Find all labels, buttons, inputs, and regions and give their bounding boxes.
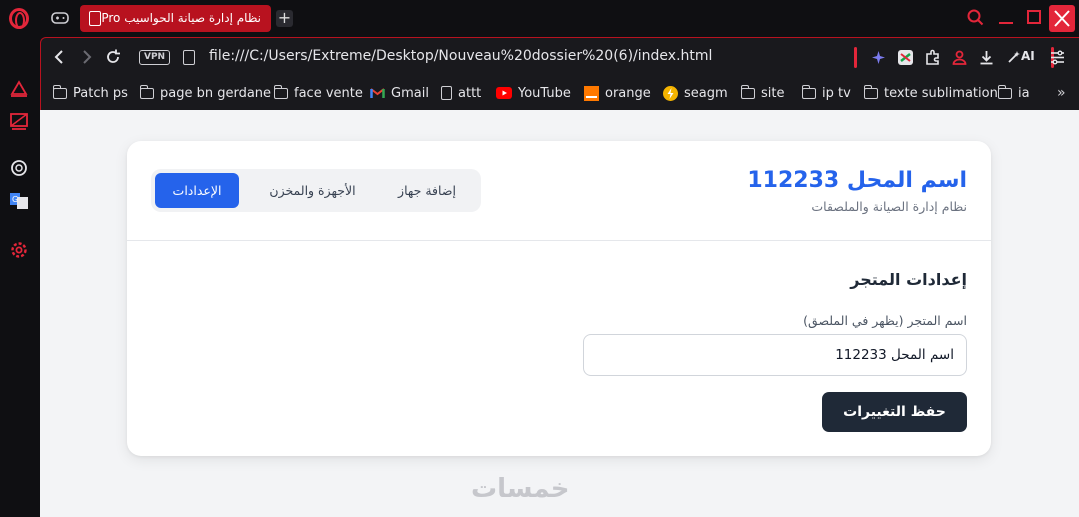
settings-gear-icon[interactable] (9, 240, 29, 260)
app-tabs: إضافة جهاز الأجهزة والمخزن الإعدادات (151, 169, 481, 212)
folder-icon (273, 84, 288, 99)
bookmark-ia[interactable]: ia (997, 83, 1030, 103)
shop-title: اسم المحل 112233 (747, 168, 967, 193)
app-header: اسم المحل 112233 نظام إدارة الصيانة والم… (127, 141, 991, 241)
maximize-icon[interactable] (1027, 10, 1041, 24)
page-viewport: اسم المحل 112233 نظام إدارة الصيانة والم… (40, 110, 1079, 517)
page-info-icon[interactable] (183, 50, 195, 65)
browser-toolbar: VPN file:///C:/Users/Extreme/Desktop/Nou… (40, 37, 1079, 110)
folder-icon (801, 84, 816, 99)
ai-sparkle-icon (1008, 51, 1020, 63)
bookmark-label: YouTube (518, 85, 571, 101)
folder-icon (139, 84, 154, 99)
gamepad-icon[interactable] (51, 11, 69, 25)
bookmark-seagm[interactable]: seagm (663, 83, 728, 103)
bookmarks-bar: Patch ps page bn gerdane face vente Gmai… (41, 82, 1079, 106)
bookmark-label: Patch ps (73, 85, 128, 101)
bookmark-label: attt (458, 85, 482, 101)
folder-icon (52, 84, 67, 99)
tab-settings[interactable]: الإعدادات (155, 173, 239, 208)
bookmark-label: orange (605, 85, 651, 101)
toolbar-divider (854, 47, 857, 68)
search-icon[interactable] (967, 9, 984, 26)
bookmark-orange[interactable]: orange (584, 83, 651, 103)
close-icon (1054, 10, 1070, 27)
folder-icon (740, 84, 755, 99)
reload-icon[interactable] (104, 48, 122, 66)
bookmark-label: face vente (294, 85, 363, 101)
document-icon (441, 86, 452, 100)
bookmark-label: texte sublimation (884, 85, 998, 101)
extension-shield-icon[interactable] (897, 49, 914, 66)
tab-title: نظام إدارة صيانة الحواسيب Pro (101, 11, 261, 25)
folder-icon (997, 84, 1012, 99)
bookmark-label: page bn gerdane (160, 85, 272, 101)
image-editor-icon[interactable] (9, 111, 29, 131)
ai-button[interactable]: AI (1021, 49, 1035, 63)
browser-sidebar: G (0, 37, 40, 517)
store-name-input[interactable] (583, 334, 967, 376)
gmail-icon (370, 88, 385, 98)
settings-card: اسم المحل 112233 نظام إدارة الصيانة والم… (127, 141, 991, 456)
forward-icon[interactable] (77, 48, 95, 66)
address-bar-url[interactable]: file:///C:/Users/Extreme/Desktop/Nouveau… (209, 48, 712, 64)
orange-icon (584, 85, 599, 101)
minimize-icon[interactable] (997, 8, 1015, 26)
bookmark-ip-tv[interactable]: ip tv (801, 83, 851, 103)
section-title: إعدادات المتجر (850, 270, 967, 289)
bookmark-face-vente[interactable]: face vente (273, 83, 363, 103)
seagm-icon (663, 85, 678, 101)
watermark-logo: خمسات (471, 474, 570, 504)
browser-tab-strip: نظام إدارة صيانة الحواسيب Pro + (0, 0, 1079, 37)
bookmark-patch-ps[interactable]: Patch ps (52, 83, 128, 103)
profile-icon[interactable] (951, 49, 968, 66)
easy-setup-icon[interactable] (1049, 49, 1066, 66)
bookmark-label: seagm (684, 85, 728, 101)
folder-icon (863, 84, 878, 99)
bookmark-label: ip tv (822, 85, 851, 101)
bookmark-site[interactable]: site (740, 83, 785, 103)
bookmark-page-bn-gerdane[interactable]: page bn gerdane (139, 83, 272, 103)
shop-subtitle: نظام إدارة الصيانة والملصقات (811, 199, 967, 214)
browser-tab-active[interactable]: نظام إدارة صيانة الحواسيب Pro (80, 5, 271, 32)
new-tab-button[interactable]: + (276, 10, 293, 27)
youtube-icon (496, 87, 512, 99)
tab-devices-inventory[interactable]: الأجهزة والمخزن (250, 173, 375, 208)
bookmark-label: Gmail (391, 85, 429, 101)
translate-icon[interactable]: G (9, 191, 29, 211)
aria-icon[interactable] (9, 79, 29, 99)
chatgpt-icon[interactable] (9, 158, 29, 178)
download-icon[interactable] (978, 49, 995, 66)
bookmark-texte-sublimation[interactable]: texte sublimation (863, 83, 998, 103)
more-bookmarks-icon[interactable]: » (1057, 85, 1066, 101)
bookmark-youtube[interactable]: YouTube (496, 83, 571, 103)
opera-logo-icon[interactable] (9, 8, 29, 29)
bookmark-label: site (761, 85, 785, 101)
store-name-label: اسم المتجر (يظهر في الملصق) (803, 313, 967, 328)
vpn-badge[interactable]: VPN (139, 50, 171, 65)
svg-text:G: G (12, 195, 18, 204)
back-icon[interactable] (51, 48, 69, 66)
save-changes-button[interactable]: حفظ التغييرات (822, 392, 967, 432)
bookmark-attt[interactable]: attt (441, 83, 481, 103)
bookmark-label: ia (1018, 85, 1030, 101)
close-window-button[interactable] (1049, 5, 1075, 32)
tab-add-device[interactable]: إضافة جهاز (377, 173, 477, 208)
extension-star-icon[interactable] (870, 49, 887, 66)
bookmark-gmail[interactable]: Gmail (370, 83, 429, 103)
extensions-puzzle-icon[interactable] (924, 49, 941, 66)
